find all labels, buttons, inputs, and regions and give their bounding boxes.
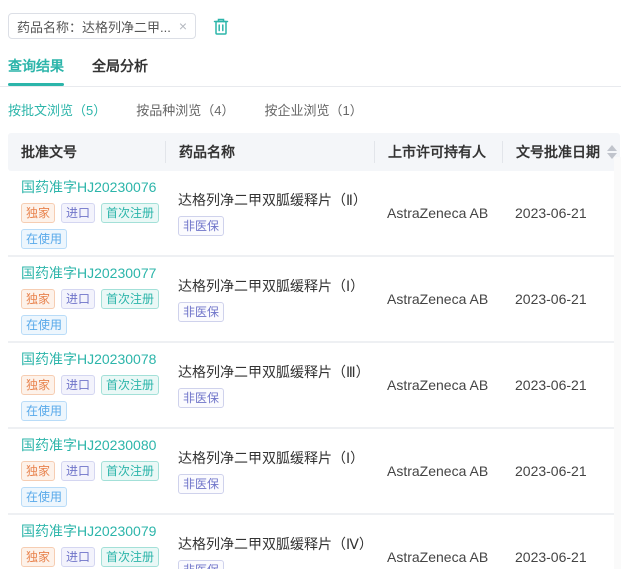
table-row: 国药准字HJ20230078 独家 进口 首次注册在使用 达格列净二甲双胍缓释片（Ⅲ…: [8, 343, 620, 429]
drug-cell: 达格列净二甲双胍缓释片（Ⅲ） 非医保: [165, 362, 374, 408]
holder: AstraZeneca AB: [387, 549, 489, 565]
status-tag: 进口: [61, 375, 96, 395]
trash-icon[interactable]: [212, 17, 230, 36]
approval-tags: 独家进口首次注册在使用: [21, 547, 161, 569]
status-tag: 首次注册: [101, 461, 160, 481]
status-tag: 首次注册: [101, 203, 160, 223]
approval-date: 2023-06-21: [515, 549, 587, 565]
approval-no-link[interactable]: 国药准字HJ20230077: [21, 263, 156, 283]
results-table: 批准文号 药品名称 上市许可持有人 文号批准日期 国药准字HJ20230076 …: [8, 133, 620, 569]
approval-tags: 独家进口首次注册在使用: [21, 289, 161, 335]
approval-tags: 独家进口首次注册在使用: [21, 461, 161, 507]
status-tag: 在使用: [21, 401, 68, 421]
drug-name: 达格列净二甲双胍缓释片（Ⅱ）: [178, 192, 367, 208]
status-tag: 在使用: [21, 487, 68, 507]
column-header-holder: 上市许可持有人: [374, 141, 502, 163]
insurance-tag: 非医保: [178, 388, 225, 408]
status-tag: 在使用: [21, 315, 68, 335]
drug-tags: 非医保: [178, 560, 368, 569]
drug-cell: 达格列净二甲双胍缓释片（Ⅰ） 非医保: [165, 448, 374, 494]
drug-tags: 非医保: [178, 388, 368, 408]
approval-no-link[interactable]: 国药准字HJ20230080: [21, 435, 156, 455]
status-tag: 进口: [61, 289, 96, 309]
approval-date: 2023-06-21: [515, 205, 587, 221]
approval-cell: 国药准字HJ20230076 独家 进口 首次注册在使用: [8, 177, 165, 249]
table-row: 国药准字HJ20230076 独家 进口 首次注册在使用 达格列净二甲双胍缓释片（Ⅱ…: [8, 171, 620, 257]
drug-name: 达格列净二甲双胍缓释片（Ⅳ）: [178, 536, 373, 552]
status-tag: 首次注册: [101, 547, 160, 567]
table-row: 国药准字HJ20230077 独家 进口 首次注册在使用 达格列净二甲双胍缓释片（Ⅰ…: [8, 257, 620, 343]
drug-cell: 达格列净二甲双胍缓释片（Ⅳ） 非医保: [165, 534, 374, 569]
status-tag: 首次注册: [101, 289, 160, 309]
insurance-tag: 非医保: [178, 474, 225, 494]
status-tag: 独家: [21, 375, 56, 395]
status-tag: 进口: [61, 547, 96, 567]
approval-cell: 国药准字HJ20230079 独家进口首次注册在使用: [8, 521, 165, 569]
subtab-by-enterprise[interactable]: 按企业浏览（1）: [264, 100, 362, 119]
table-row: 国药准字HJ20230079 独家进口首次注册在使用 达格列净二甲双胍缓释片（Ⅳ…: [8, 515, 620, 569]
filter-chip[interactable]: 药品名称：达格列净二甲... ×: [8, 13, 197, 39]
approval-cell: 国药准字HJ20230078 独家 进口 首次注册在使用: [8, 349, 165, 421]
status-tag: 在使用: [21, 229, 68, 249]
browse-subtabs: 按批文浏览（5） 按品种浏览（4） 按企业浏览（1）: [0, 87, 621, 133]
drug-tags: 非医保: [178, 216, 368, 236]
status-tag: 独家: [21, 289, 56, 309]
filter-chip-label: 药品名称：达格列净二甲...: [17, 19, 171, 35]
insurance-tag: 非医保: [178, 216, 225, 236]
status-tag: 独家: [21, 461, 56, 481]
approval-date: 2023-06-21: [515, 377, 587, 393]
status-tag: 独家: [21, 547, 56, 567]
main-tabs: 查询结果 全局分析: [0, 40, 621, 87]
holder: AstraZeneca AB: [387, 377, 489, 393]
drug-name: 达格列净二甲双胍缓释片（Ⅰ）: [178, 278, 365, 294]
drug-cell: 达格列净二甲双胍缓释片（Ⅰ） 非医保: [165, 276, 374, 322]
insurance-tag: 非医保: [178, 560, 225, 569]
scrollbar-track[interactable]: [614, 157, 621, 569]
table-header: 批准文号 药品名称 上市许可持有人 文号批准日期: [8, 133, 620, 171]
holder: AstraZeneca AB: [387, 205, 489, 221]
drug-tags: 非医保: [178, 302, 368, 322]
approval-date: 2023-06-21: [515, 463, 587, 479]
approval-date: 2023-06-21: [515, 291, 587, 307]
status-tag: 进口: [61, 461, 96, 481]
column-header-approval-no: 批准文号: [21, 144, 77, 160]
column-header-approval-date-label: 文号批准日期: [516, 144, 600, 160]
subtab-by-approval[interactable]: 按批文浏览（5）: [8, 100, 106, 119]
tab-query-results[interactable]: 查询结果: [8, 50, 64, 86]
table-row: 国药准字HJ20230080 独家 进口 首次注册在使用 达格列净二甲双胍缓释片（Ⅰ…: [8, 429, 620, 515]
tab-global-analysis[interactable]: 全局分析: [92, 50, 148, 86]
table-body: 国药准字HJ20230076 独家 进口 首次注册 在使用 达格列净二甲双胍缓释片（Ⅱ…: [8, 171, 620, 569]
drug-tags: 非医保: [178, 474, 368, 494]
approval-no-link[interactable]: 国药准字HJ20230076: [21, 177, 156, 197]
column-header-approval-date: 文号批准日期: [502, 141, 620, 163]
drug-approval-query-page: 药品名称：达格列净二甲... × 查询结果 全局分析 按批文浏览（5） 按品种浏…: [0, 0, 621, 569]
approval-cell: 国药准字HJ20230080 独家 进口 首次注册在使用: [8, 435, 165, 507]
subtab-by-variety[interactable]: 按品种浏览（4）: [136, 100, 234, 119]
status-tag: 独家: [21, 203, 56, 223]
chip-close-icon[interactable]: ×: [179, 19, 187, 33]
status-tag: 首次注册: [101, 375, 160, 395]
approval-tags: 独家进口首次注册在使用: [21, 203, 161, 249]
holder: AstraZeneca AB: [387, 291, 489, 307]
drug-cell: 达格列净二甲双胍缓释片（Ⅱ） 非医保: [165, 190, 374, 236]
approval-tags: 独家进口首次注册在使用: [21, 375, 161, 421]
approval-cell: 国药准字HJ20230077 独家 进口 首次注册在使用: [8, 263, 165, 335]
column-header-drug-name: 药品名称: [165, 141, 374, 163]
drug-name: 达格列净二甲双胍缓释片（Ⅲ）: [178, 364, 370, 380]
holder: AstraZeneca AB: [387, 463, 489, 479]
approval-no-link[interactable]: 国药准字HJ20230078: [21, 349, 156, 369]
insurance-tag: 非医保: [178, 302, 225, 322]
drug-name: 达格列净二甲双胍缓释片（Ⅰ）: [178, 450, 365, 466]
status-tag: 进口: [61, 203, 96, 223]
approval-no-link[interactable]: 国药准字HJ20230079: [21, 521, 156, 541]
filter-bar: 药品名称：达格列净二甲... ×: [0, 0, 621, 40]
